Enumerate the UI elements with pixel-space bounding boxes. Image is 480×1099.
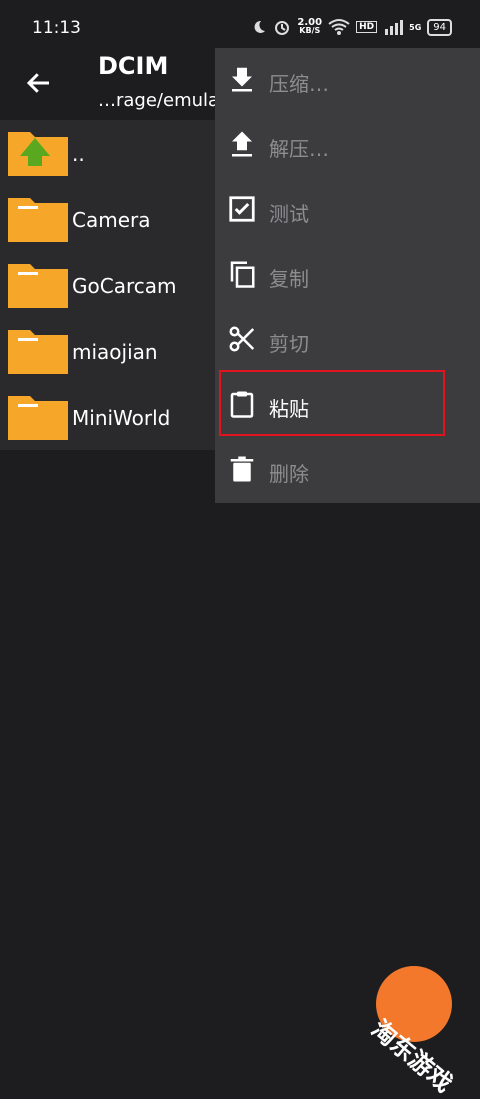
menu-item-label: 测试 [269, 202, 309, 226]
menu-item-label: 复制 [269, 267, 309, 291]
menu-item-label: 删除 [269, 462, 309, 486]
back-arrow-icon[interactable] [24, 68, 54, 98]
file-name: miaojian [72, 340, 158, 364]
clock: 11:13 [32, 18, 81, 38]
wifi-icon [328, 19, 350, 35]
menu-item-label: 解压… [269, 137, 329, 161]
file-name: MiniWorld [72, 406, 171, 430]
alarm-icon [275, 21, 290, 35]
list-item[interactable]: MiniWorld [0, 384, 220, 450]
menu-item-cut[interactable]: 剪切 [215, 308, 480, 372]
scissors-icon [229, 326, 255, 352]
context-menu: 压缩… 解压… 测试 复制 剪切 粘贴 删除 [215, 48, 480, 503]
battery-indicator: 94 [427, 18, 452, 36]
folder-icon [8, 264, 68, 308]
menu-item-delete[interactable]: 删除 [215, 438, 480, 502]
signal-icon [385, 20, 404, 35]
file-name: Camera [72, 208, 151, 232]
highlight-box [219, 370, 445, 436]
menu-item-copy[interactable]: 复制 [215, 243, 480, 307]
folder-icon [8, 396, 68, 440]
folder-icon [8, 330, 68, 374]
parent-folder-icon [8, 132, 68, 176]
menu-item-test[interactable]: 测试 [215, 178, 480, 242]
status-icons: 2.00 KB/S HD 5G 94 [251, 18, 452, 36]
file-name: .. [72, 142, 85, 166]
hd-badge: HD [356, 21, 378, 33]
download-icon [232, 67, 252, 92]
upload-icon [232, 131, 252, 157]
moon-icon [254, 20, 266, 33]
file-name: GoCarcam [72, 274, 177, 298]
menu-item-label: 压缩… [269, 72, 329, 96]
menu-item-compress[interactable]: 压缩… [215, 48, 480, 112]
copy-icon [230, 261, 255, 288]
list-item[interactable]: .. [0, 120, 220, 186]
path-subtitle: …rage/emula [98, 90, 220, 111]
network-type: 5G [409, 22, 422, 32]
file-list: .. Camera GoCarcam miaojian MiniWorld [0, 120, 220, 450]
list-item[interactable]: Camera [0, 186, 220, 252]
list-item[interactable]: miaojian [0, 318, 220, 384]
net-speed: 2.00 KB/S [297, 18, 322, 35]
list-item[interactable]: GoCarcam [0, 252, 220, 318]
checkbox-icon [229, 196, 255, 222]
page-title: DCIM [98, 52, 169, 80]
menu-item-label: 剪切 [269, 332, 309, 356]
trash-icon [230, 456, 254, 482]
menu-item-extract[interactable]: 解压… [215, 113, 480, 177]
folder-icon [8, 198, 68, 242]
net-speed-unit: KB/S [299, 26, 321, 35]
